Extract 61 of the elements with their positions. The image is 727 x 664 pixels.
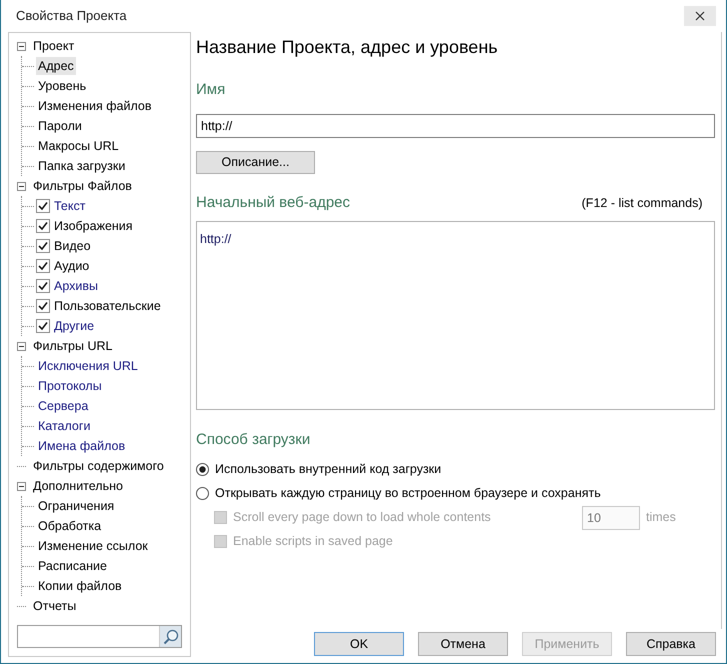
radio-button[interactable]	[196, 463, 209, 476]
tree-item[interactable]: Фильтры содержимого	[31, 457, 166, 475]
tree-item[interactable]: Отчеты	[31, 597, 78, 615]
collapse-icon[interactable]	[17, 342, 26, 350]
tree-item[interactable]: Видео	[52, 237, 93, 255]
tree-item[interactable]: Папка загрузки	[36, 157, 128, 175]
tree-item[interactable]: Уровень	[36, 77, 88, 95]
checkbox[interactable]	[36, 299, 50, 313]
dialog-button[interactable]: Справка	[626, 632, 716, 656]
description-button[interactable]: Описание...	[196, 150, 315, 174]
tree-item[interactable]: Архивы	[52, 277, 100, 295]
collapse-icon[interactable]	[17, 182, 26, 190]
tree-item[interactable]: Изменения файлов	[36, 97, 154, 115]
tree-item[interactable]: Пароли	[36, 117, 84, 135]
name-field[interactable]: http://	[196, 114, 715, 138]
tree-item[interactable]: Изображения	[52, 217, 135, 235]
tree-item[interactable]: Фильтры Файлов	[31, 177, 134, 195]
tree-item[interactable]: Обработка	[36, 517, 104, 535]
page-title: Название Проекта, адрес и уровень	[196, 36, 499, 59]
checkbox[interactable]	[36, 219, 50, 233]
tree-item[interactable]: Текст	[52, 197, 88, 215]
tree-item[interactable]: Изменение ссылок	[36, 537, 150, 555]
tree-item[interactable]: Ограничения	[36, 497, 116, 515]
tree-item[interactable]: Исключения URL	[36, 357, 140, 375]
section-label: Способ загрузки	[196, 430, 312, 450]
section-label: Начальный веб-адрес	[196, 193, 350, 214]
tree-item[interactable]: Протоколы	[36, 377, 104, 395]
checkbox[interactable]	[36, 259, 50, 273]
checkbox[interactable]	[36, 199, 50, 213]
tree-item[interactable]: Другие	[52, 317, 96, 335]
search-field[interactable]	[17, 625, 182, 648]
dialog-button[interactable]: OK	[314, 632, 404, 656]
tree-item[interactable]: Расписание	[36, 557, 109, 575]
tree-item[interactable]: Каталоги	[36, 417, 92, 435]
tree-item[interactable]: Фильтры URL	[31, 337, 114, 355]
tree-item[interactable]: Пользовательские	[52, 297, 163, 315]
section-label: Имя	[196, 80, 226, 100]
collapse-icon[interactable]	[17, 482, 26, 490]
checkbox[interactable]	[36, 239, 50, 253]
tree-item[interactable]: Копии файлов	[36, 577, 124, 595]
checkbox[interactable]	[36, 279, 50, 293]
hint-text: (F12 - list commands)	[582, 195, 704, 212]
tree-item[interactable]: Проект	[31, 37, 76, 55]
dialog-button[interactable]: Отмена	[418, 632, 508, 656]
close-icon[interactable]	[695, 11, 705, 21]
search-icon[interactable]	[162, 628, 178, 644]
tree-item[interactable]: Макросы URL	[36, 137, 121, 155]
radio-button[interactable]	[196, 487, 209, 500]
tree-item[interactable]: Сервера	[36, 397, 90, 415]
checkbox[interactable]	[36, 319, 50, 333]
url-field[interactable]: http://	[196, 221, 715, 410]
tree-item[interactable]: Имена файлов	[36, 437, 128, 455]
radio-label[interactable]: Использовать внутренний код загрузки	[215, 460, 442, 479]
tree-item[interactable]: Дополнительно	[31, 477, 125, 495]
tree-item[interactable]: Адрес	[36, 57, 76, 75]
close-button[interactable]	[684, 6, 716, 26]
collapse-icon[interactable]	[17, 42, 26, 50]
radio-label[interactable]: Открывать каждую страницу во встроенном браузере и сохранять	[215, 484, 601, 503]
tree-item[interactable]: Аудио	[52, 257, 92, 275]
window-title: Свойства Проекта	[16, 7, 127, 26]
unit-label: times	[646, 509, 676, 526]
